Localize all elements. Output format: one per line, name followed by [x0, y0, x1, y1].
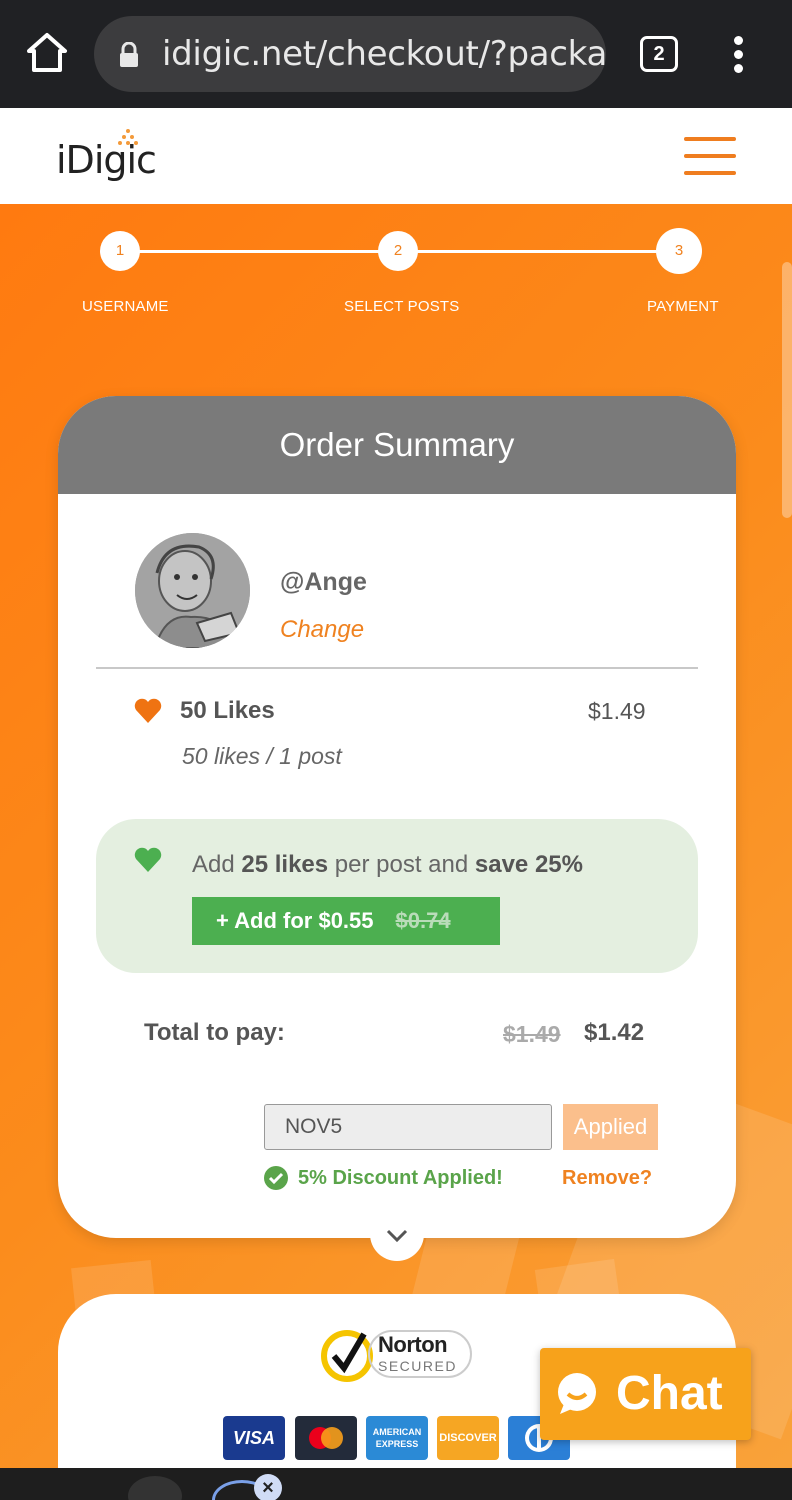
order-summary-title: Order Summary — [58, 396, 736, 494]
mastercard-icon — [295, 1416, 357, 1460]
step-2-circle: 2 — [378, 231, 418, 271]
bubble-icon[interactable] — [128, 1476, 182, 1500]
tab-switcher-button[interactable]: 2 — [640, 36, 678, 72]
username-label: @Ange — [280, 568, 367, 596]
page-scrollbar[interactable] — [782, 262, 792, 518]
norton-badge: Norton SECURED — [320, 1324, 480, 1384]
package-description: 50 likes / 1 post — [182, 743, 342, 769]
lock-icon — [120, 42, 138, 67]
upsell-box: Add 25 likes per post and save 25% + Add… — [96, 819, 698, 973]
divider — [96, 667, 698, 669]
chat-label: Chat — [616, 1367, 723, 1420]
step-2-label: SELECT POSTS — [344, 298, 460, 315]
upsell-old-price: $0.74 — [395, 908, 451, 933]
close-icon[interactable]: × — [254, 1474, 282, 1500]
discover-card-icon: DISCOVER — [437, 1416, 499, 1460]
step-3-circle: 3 — [656, 228, 702, 274]
more-vert-icon[interactable] — [728, 36, 748, 76]
site-logo[interactable]: iDigic — [56, 138, 157, 182]
order-summary-card: Order Summary @Ange Change 50 Likes $1.4… — [58, 396, 736, 1238]
remove-coupon-link[interactable]: Remove? — [562, 1167, 652, 1190]
step-1-circle: 1 — [100, 231, 140, 271]
logo-dots-icon — [118, 129, 138, 145]
check-circle-icon — [264, 1166, 288, 1190]
heart-icon — [134, 847, 162, 872]
heart-icon — [134, 698, 162, 723]
visa-card-icon: VISA — [223, 1416, 285, 1460]
step-3-label: PAYMENT — [647, 298, 719, 315]
total-label: Total to pay: — [144, 1019, 285, 1046]
discount-message: 5% Discount Applied! — [298, 1167, 503, 1189]
change-username-link[interactable]: Change — [280, 616, 364, 644]
chevron-down-icon — [386, 1229, 408, 1243]
avatar — [135, 533, 250, 648]
norton-title: Norton — [378, 1332, 448, 1357]
total-old-price: $1.49 — [503, 1021, 561, 1047]
step-1-label: USERNAME — [82, 298, 169, 315]
norton-subtitle: SECURED — [378, 1358, 457, 1374]
apply-coupon-button[interactable]: Applied — [563, 1104, 658, 1150]
amex-card-icon: AMERICAN EXPRESS — [366, 1416, 428, 1460]
total-new-price: $1.42 — [584, 1019, 645, 1046]
coupon-input[interactable] — [264, 1104, 552, 1150]
hamburger-icon[interactable] — [684, 137, 736, 177]
chat-button[interactable]: Chat — [540, 1348, 751, 1440]
chat-bubble-icon — [558, 1373, 596, 1414]
address-bar[interactable]: idigic.net/checkout/?package — [94, 16, 606, 92]
browser-toolbar: idigic.net/checkout/?package 2 — [0, 0, 792, 108]
upsell-message: Add 25 likes per post and save 25% — [192, 851, 583, 878]
add-upsell-button[interactable]: + Add for $0.55 $0.74 — [192, 897, 500, 945]
package-price: $1.49 — [588, 698, 646, 724]
url-text: idigic.net/checkout/?package — [162, 34, 606, 74]
bottom-bar: × — [0, 1468, 792, 1500]
package-title: 50 Likes — [180, 697, 275, 724]
home-icon[interactable] — [24, 30, 70, 76]
